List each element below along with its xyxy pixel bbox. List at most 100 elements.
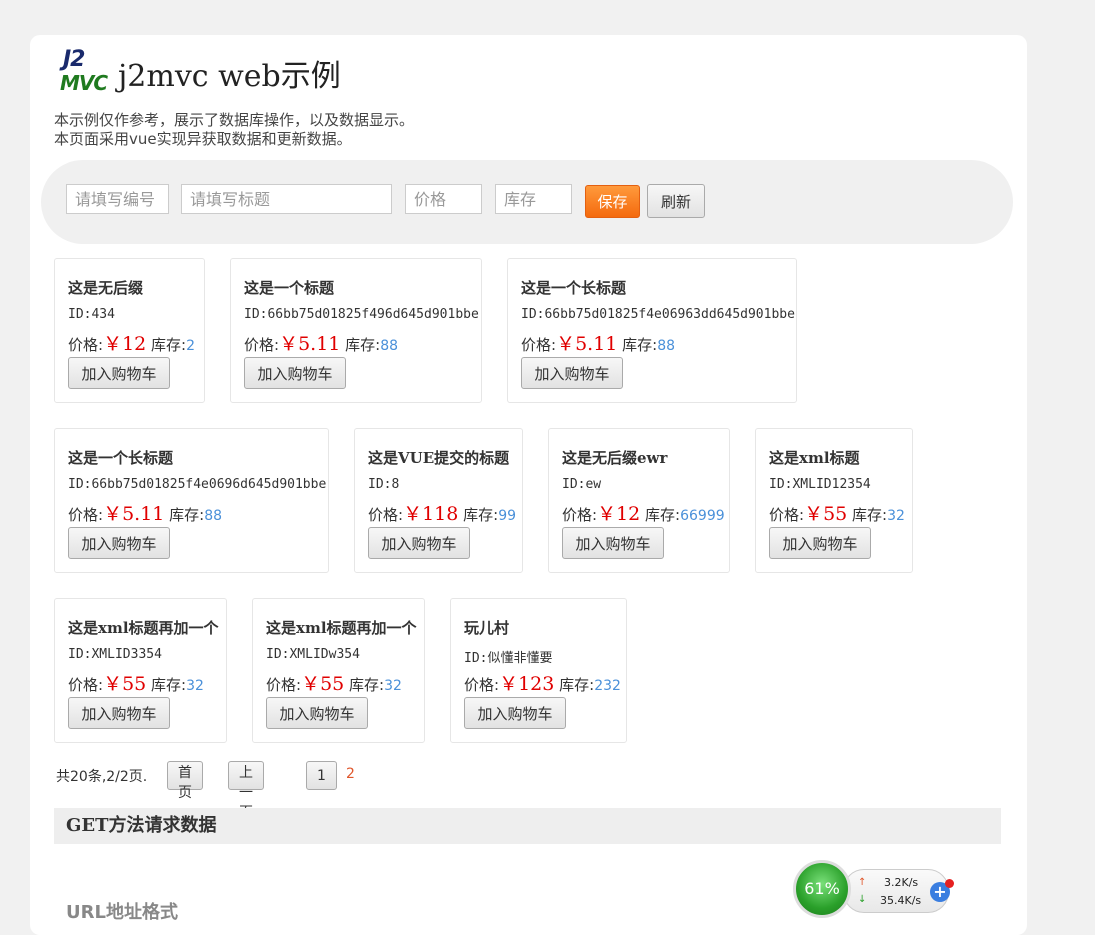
price-label: 价格: xyxy=(521,336,557,354)
product-form: 保存 刷新 xyxy=(41,160,1013,244)
product-id: ID:XMLIDw354 xyxy=(266,647,360,662)
product-title: 这是一个长标题 xyxy=(521,279,627,297)
product-price: 55 xyxy=(320,673,345,695)
product-id: ID:ew xyxy=(562,477,602,492)
stock-label: 库存: xyxy=(559,676,595,694)
product-id: ID:8 xyxy=(368,477,400,492)
product-price: 5.11 xyxy=(122,503,165,525)
page-header: J2 MVC j2mvc web示例 xyxy=(60,47,341,99)
product-card: 这是xml标题再加一个 ID:XMLID3354 价格:￥55 库存:32 加入购物车 xyxy=(54,598,227,743)
stock-label: 库存: xyxy=(463,506,499,524)
refresh-button[interactable]: 刷新 xyxy=(647,184,705,218)
stock-label: 库存: xyxy=(349,676,385,694)
currency-symbol: ￥ xyxy=(279,333,299,355)
upload-arrow-icon: ↑ xyxy=(858,877,867,888)
product-stock: 88 xyxy=(204,508,223,524)
add-to-cart-button[interactable]: 加入购物车 xyxy=(266,697,368,729)
j2mvc-logo: J2 MVC xyxy=(60,47,108,95)
product-card: 这是无后缀ewr ID:ew 价格:￥12 库存:66999 加入购物车 xyxy=(548,428,730,573)
currency-symbol: ￥ xyxy=(804,503,824,525)
product-price: 55 xyxy=(122,673,147,695)
current-page: 2 xyxy=(346,766,355,782)
download-arrow-icon: ↓ xyxy=(858,894,867,905)
section-subtitle: URL地址格式 xyxy=(66,902,178,923)
product-price-line: 价格:￥55 库存:32 xyxy=(266,669,402,696)
product-price: 55 xyxy=(823,503,848,525)
product-price-line: 价格:￥5.11 库存:88 xyxy=(68,499,222,526)
product-id: ID:66bb75d01825f4e0696d645d901bbe xyxy=(68,477,327,492)
add-to-cart-button[interactable]: 加入购物车 xyxy=(68,697,170,729)
product-card: 这是一个标题 ID:66bb75d01825f496d645d901bbe 价格:￥… xyxy=(230,258,482,403)
stock-label: 库存: xyxy=(622,336,658,354)
add-to-cart-button[interactable]: 加入购物车 xyxy=(244,357,346,389)
description-line: 本页面采用vue实现异获取数据和更新数据。 xyxy=(54,130,352,148)
currency-symbol: ￥ xyxy=(556,333,576,355)
product-card: 这是VUE提交的标题 ID:8 价格:￥118 库存:99 加入购物车 xyxy=(354,428,523,573)
product-stock: 32 xyxy=(887,508,905,524)
pagination-info: 共20条,2/2页. xyxy=(56,769,148,785)
product-id: ID:434 xyxy=(68,307,115,322)
first-page-button[interactable]: 首页 xyxy=(167,761,203,801)
price-input[interactable] xyxy=(405,184,482,214)
stock-label: 库存: xyxy=(151,336,187,354)
currency-symbol: ￥ xyxy=(403,503,423,525)
product-price-line: 价格:￥12 库存:66999 xyxy=(562,499,725,526)
add-to-cart-button[interactable]: 加入购物车 xyxy=(68,527,170,559)
product-title: 这是无后缀ewr xyxy=(562,449,668,467)
currency-symbol: ￥ xyxy=(499,673,519,695)
product-stock: 88 xyxy=(380,338,399,354)
product-id: ID:66bb75d01825f4e06963dd645d901bbe xyxy=(521,307,795,322)
add-to-cart-button[interactable]: 加入购物车 xyxy=(464,697,566,729)
product-price-line: 价格:￥123 库存:232 xyxy=(464,669,621,696)
stock-label: 库存: xyxy=(169,506,205,524)
upload-speed: 3.2K/s xyxy=(884,876,919,889)
price-label: 价格: xyxy=(464,676,500,694)
add-to-cart-button[interactable]: 加入购物车 xyxy=(521,357,623,389)
currency-symbol: ￥ xyxy=(103,333,123,355)
description-line: 本示例仅作参考，展示了数据库操作，以及数据显示。 xyxy=(54,111,415,129)
title-input[interactable] xyxy=(181,184,392,214)
currency-symbol: ￥ xyxy=(597,503,617,525)
product-card: 这是一个长标题 ID:66bb75d01825f4e06963dd645d901b… xyxy=(507,258,797,403)
stock-label: 库存: xyxy=(645,506,681,524)
product-price-line: 价格:￥118 库存:99 xyxy=(368,499,516,526)
product-title: 这是xml标题再加一个 xyxy=(266,619,417,637)
product-price-line: 价格:￥55 库存:32 xyxy=(769,499,905,526)
section-title: GET方法请求数据 xyxy=(54,808,1001,844)
price-label: 价格: xyxy=(68,506,104,524)
product-price: 118 xyxy=(422,503,459,525)
add-to-cart-button[interactable]: 加入购物车 xyxy=(68,357,170,389)
product-price-line: 价格:￥5.11 库存:88 xyxy=(244,329,398,356)
save-button[interactable]: 保存 xyxy=(585,185,640,218)
download-speed: 35.4K/s xyxy=(880,894,922,907)
product-title: 这是xml标题 xyxy=(769,449,860,467)
page-description: 本示例仅作参考，展示了数据库操作，以及数据显示。 本页面采用vue实现异获取数据… xyxy=(54,111,414,149)
price-label: 价格: xyxy=(562,506,598,524)
product-price: 12 xyxy=(616,503,641,525)
product-stock: 2 xyxy=(186,338,196,354)
price-label: 价格: xyxy=(769,506,805,524)
product-title: 这是一个标题 xyxy=(244,279,335,297)
stock-label: 库存: xyxy=(852,506,888,524)
product-title: 这是一个长标题 xyxy=(68,449,174,467)
page-1-button[interactable]: 1 xyxy=(306,761,337,790)
prev-page-button[interactable]: 上一页 xyxy=(228,761,264,821)
currency-symbol: ￥ xyxy=(301,673,321,695)
add-to-cart-button[interactable]: 加入购物车 xyxy=(769,527,871,559)
product-card: 这是xml标题再加一个 ID:XMLIDw354 价格:￥55 库存:32 加入购物车 xyxy=(252,598,425,743)
id-input[interactable] xyxy=(66,184,169,214)
product-price: 12 xyxy=(122,333,147,355)
product-stock: 88 xyxy=(657,338,676,354)
stock-label: 库存: xyxy=(345,336,381,354)
product-title: 玩儿村 xyxy=(464,619,510,637)
memory-percent: 61% xyxy=(793,860,851,918)
add-to-cart-button[interactable]: 加入购物车 xyxy=(562,527,664,559)
stock-input[interactable] xyxy=(495,184,572,214)
product-title: 这是VUE提交的标题 xyxy=(368,449,510,467)
product-stock: 99 xyxy=(498,508,517,524)
price-label: 价格: xyxy=(68,336,104,354)
product-id: ID:XMLID12354 xyxy=(769,477,871,492)
network-speed-widget[interactable]: ↑ 3.2K/s ↓ 35.4K/s + 61% xyxy=(793,860,955,918)
product-title: 这是无后缀 xyxy=(68,279,144,297)
add-to-cart-button[interactable]: 加入购物车 xyxy=(368,527,470,559)
